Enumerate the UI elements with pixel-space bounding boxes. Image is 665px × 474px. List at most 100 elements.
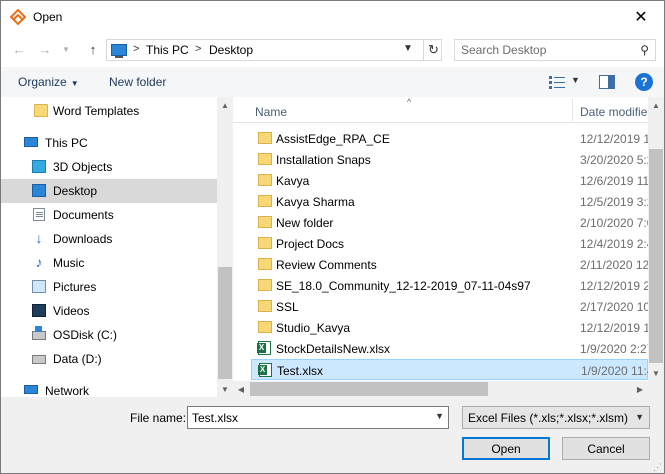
nav-item-label: Word Templates — [53, 104, 140, 118]
file-row[interactable]: New folder 2/10/2020 7:0 — [251, 212, 653, 233]
nav-item-network[interactable]: Network — [1, 379, 217, 397]
resize-grip-icon[interactable]: ⋰ — [653, 462, 662, 473]
file-name: Test.xlsx — [277, 364, 324, 378]
nav-item-osdisk[interactable]: OSDisk (C:) — [1, 323, 217, 347]
new-folder-button[interactable]: New folder — [109, 75, 166, 89]
navigation-pane: Word Templates This PC 3D Objects Deskto… — [1, 97, 233, 397]
file-date: 2/17/2020 10: — [580, 300, 654, 314]
nav-item-pictures[interactable]: Pictures — [1, 275, 217, 299]
document-icon — [33, 208, 45, 221]
nav-item-label: Music — [53, 256, 85, 270]
file-row[interactable]: Kavya Sharma 12/5/2019 3:2 — [251, 191, 653, 212]
nav-item-music[interactable]: ♪ Music — [1, 251, 217, 275]
help-icon[interactable]: ? — [635, 73, 653, 91]
organize-label: Organize — [18, 75, 67, 89]
file-row-selected[interactable]: Test.xlsx 1/9/2020 11:4 — [251, 359, 654, 380]
folder-icon — [258, 132, 272, 144]
nav-item-videos[interactable]: Videos — [1, 299, 217, 323]
scroll-up-icon[interactable]: ▲ — [217, 97, 233, 113]
organize-button[interactable]: Organize ▼ — [18, 75, 79, 89]
recent-locations-button[interactable]: ▼ — [59, 39, 73, 59]
file-list-vertical-scrollbar[interactable]: ▲ ▼ — [648, 97, 664, 381]
computer-icon — [111, 44, 127, 58]
file-date: 2/10/2020 7:0 — [580, 216, 654, 230]
folder-icon — [258, 153, 272, 165]
open-button[interactable]: Open — [462, 437, 550, 460]
close-button[interactable]: ✕ — [618, 1, 664, 33]
nav-item-data-drive[interactable]: Data (D:) — [1, 347, 217, 371]
forward-button[interactable]: → — [35, 39, 55, 59]
nav-scrollbar[interactable]: ▲ ▼ — [217, 97, 233, 397]
nav-item-downloads[interactable]: ↓ Downloads — [1, 227, 217, 251]
nav-item-label: Pictures — [53, 280, 97, 294]
disk-icon — [32, 355, 46, 364]
file-list: ^ Name Date modified AssistEdge_RPA_CE 1… — [233, 97, 664, 397]
file-row[interactable]: Review Comments 2/11/2020 12: — [251, 254, 653, 275]
search-input[interactable] — [461, 42, 631, 58]
file-name: New folder — [276, 216, 334, 230]
file-name: Kavya — [276, 174, 310, 188]
scroll-down-icon[interactable]: ▼ — [648, 365, 664, 381]
refresh-button[interactable]: ↻ — [423, 40, 443, 60]
file-row[interactable]: SE_18.0_Community_12-12-2019_07-11-04s97… — [251, 275, 653, 296]
nav-item-label: OSDisk (C:) — [53, 328, 117, 342]
sort-ascending-icon: ^ — [407, 97, 412, 107]
search-box[interactable]: ⚲ — [454, 39, 656, 61]
nav-item-label: Downloads — [53, 232, 113, 246]
open-dialog: Open ✕ ← → ▼ ↑ > This PC > Desktop ▼ ↻ ⚲… — [0, 0, 665, 474]
nav-item-label: Data (D:) — [53, 352, 102, 366]
view-dropdown-icon[interactable]: ▼ — [571, 75, 580, 85]
file-row[interactable]: AssistEdge_RPA_CE 12/12/2019 12: — [251, 128, 660, 149]
view-options-icon[interactable] — [549, 75, 565, 89]
column-date-header[interactable]: Date modified — [580, 105, 654, 119]
file-list-horizontal-scrollbar[interactable]: ◀ ▶ — [233, 381, 648, 397]
back-button[interactable]: ← — [9, 39, 29, 59]
file-name-input[interactable] — [192, 410, 422, 425]
navigation-row: ← → ▼ ↑ > This PC > Desktop ▼ ↻ ⚲ — [1, 33, 664, 67]
nav-item-label: This PC — [45, 136, 88, 150]
address-bar[interactable]: > This PC > Desktop ▼ ↻ — [106, 39, 442, 61]
file-row[interactable]: StockDetailsNew.xlsx 1/9/2020 2:27 — [251, 338, 653, 359]
close-icon: ✕ — [634, 9, 648, 26]
excel-file-icon — [257, 341, 271, 355]
up-button[interactable]: ↑ — [83, 39, 103, 59]
horizontal-scrollbar-thumb[interactable] — [250, 382, 488, 396]
nav-item-3d-objects[interactable]: 3D Objects — [1, 155, 217, 179]
breadcrumb-this-pc[interactable]: This PC — [146, 43, 189, 57]
file-row[interactable]: Studio_Kavya 12/12/2019 12: — [251, 317, 660, 338]
file-row[interactable]: SSL 2/17/2020 10: — [251, 296, 653, 317]
nav-item-documents[interactable]: Documents — [1, 203, 217, 227]
file-row[interactable]: Kavya 12/6/2019 11: — [251, 170, 653, 191]
file-row[interactable]: Project Docs 12/4/2019 2:4 — [251, 233, 653, 254]
computer-icon — [24, 137, 38, 147]
folder-icon — [258, 195, 272, 207]
nav-item-word-templates[interactable]: Word Templates — [1, 99, 217, 123]
file-name-combobox[interactable]: ▼ — [187, 406, 449, 429]
scroll-right-icon[interactable]: ▶ — [632, 381, 648, 397]
breadcrumb-desktop[interactable]: Desktop — [209, 43, 253, 57]
chevron-down-icon[interactable]: ▼ — [435, 411, 444, 421]
folder-icon — [258, 279, 272, 291]
column-divider[interactable] — [572, 99, 573, 121]
nav-item-desktop[interactable]: Desktop — [1, 179, 217, 203]
file-type-select[interactable]: Excel Files (*.xls;*.xlsx;*.xlsm) ▼ — [462, 406, 650, 429]
nav-item-label: Network — [45, 384, 90, 397]
scroll-up-icon[interactable]: ▲ — [648, 97, 664, 113]
cancel-button[interactable]: Cancel — [562, 437, 650, 460]
scroll-left-icon[interactable]: ◀ — [233, 381, 249, 397]
scroll-down-icon[interactable]: ▼ — [217, 381, 233, 397]
file-row[interactable]: Installation Snaps 3/20/2020 5:2 — [251, 149, 653, 170]
video-icon — [32, 304, 46, 317]
nav-scrollbar-thumb[interactable] — [218, 267, 232, 379]
address-dropdown-icon[interactable]: ▼ — [403, 43, 413, 54]
file-name: Studio_Kavya — [276, 321, 351, 335]
preview-pane-icon[interactable] — [599, 75, 615, 89]
nav-item-this-pc[interactable]: This PC — [1, 131, 217, 155]
vertical-scrollbar-thumb[interactable] — [649, 149, 663, 363]
file-name-label: File name: — [130, 411, 187, 425]
disk-icon — [32, 326, 46, 340]
folder-icon — [258, 216, 272, 228]
network-icon — [24, 385, 38, 394]
column-name-header[interactable]: Name — [255, 105, 287, 119]
folder-icon — [258, 300, 272, 312]
